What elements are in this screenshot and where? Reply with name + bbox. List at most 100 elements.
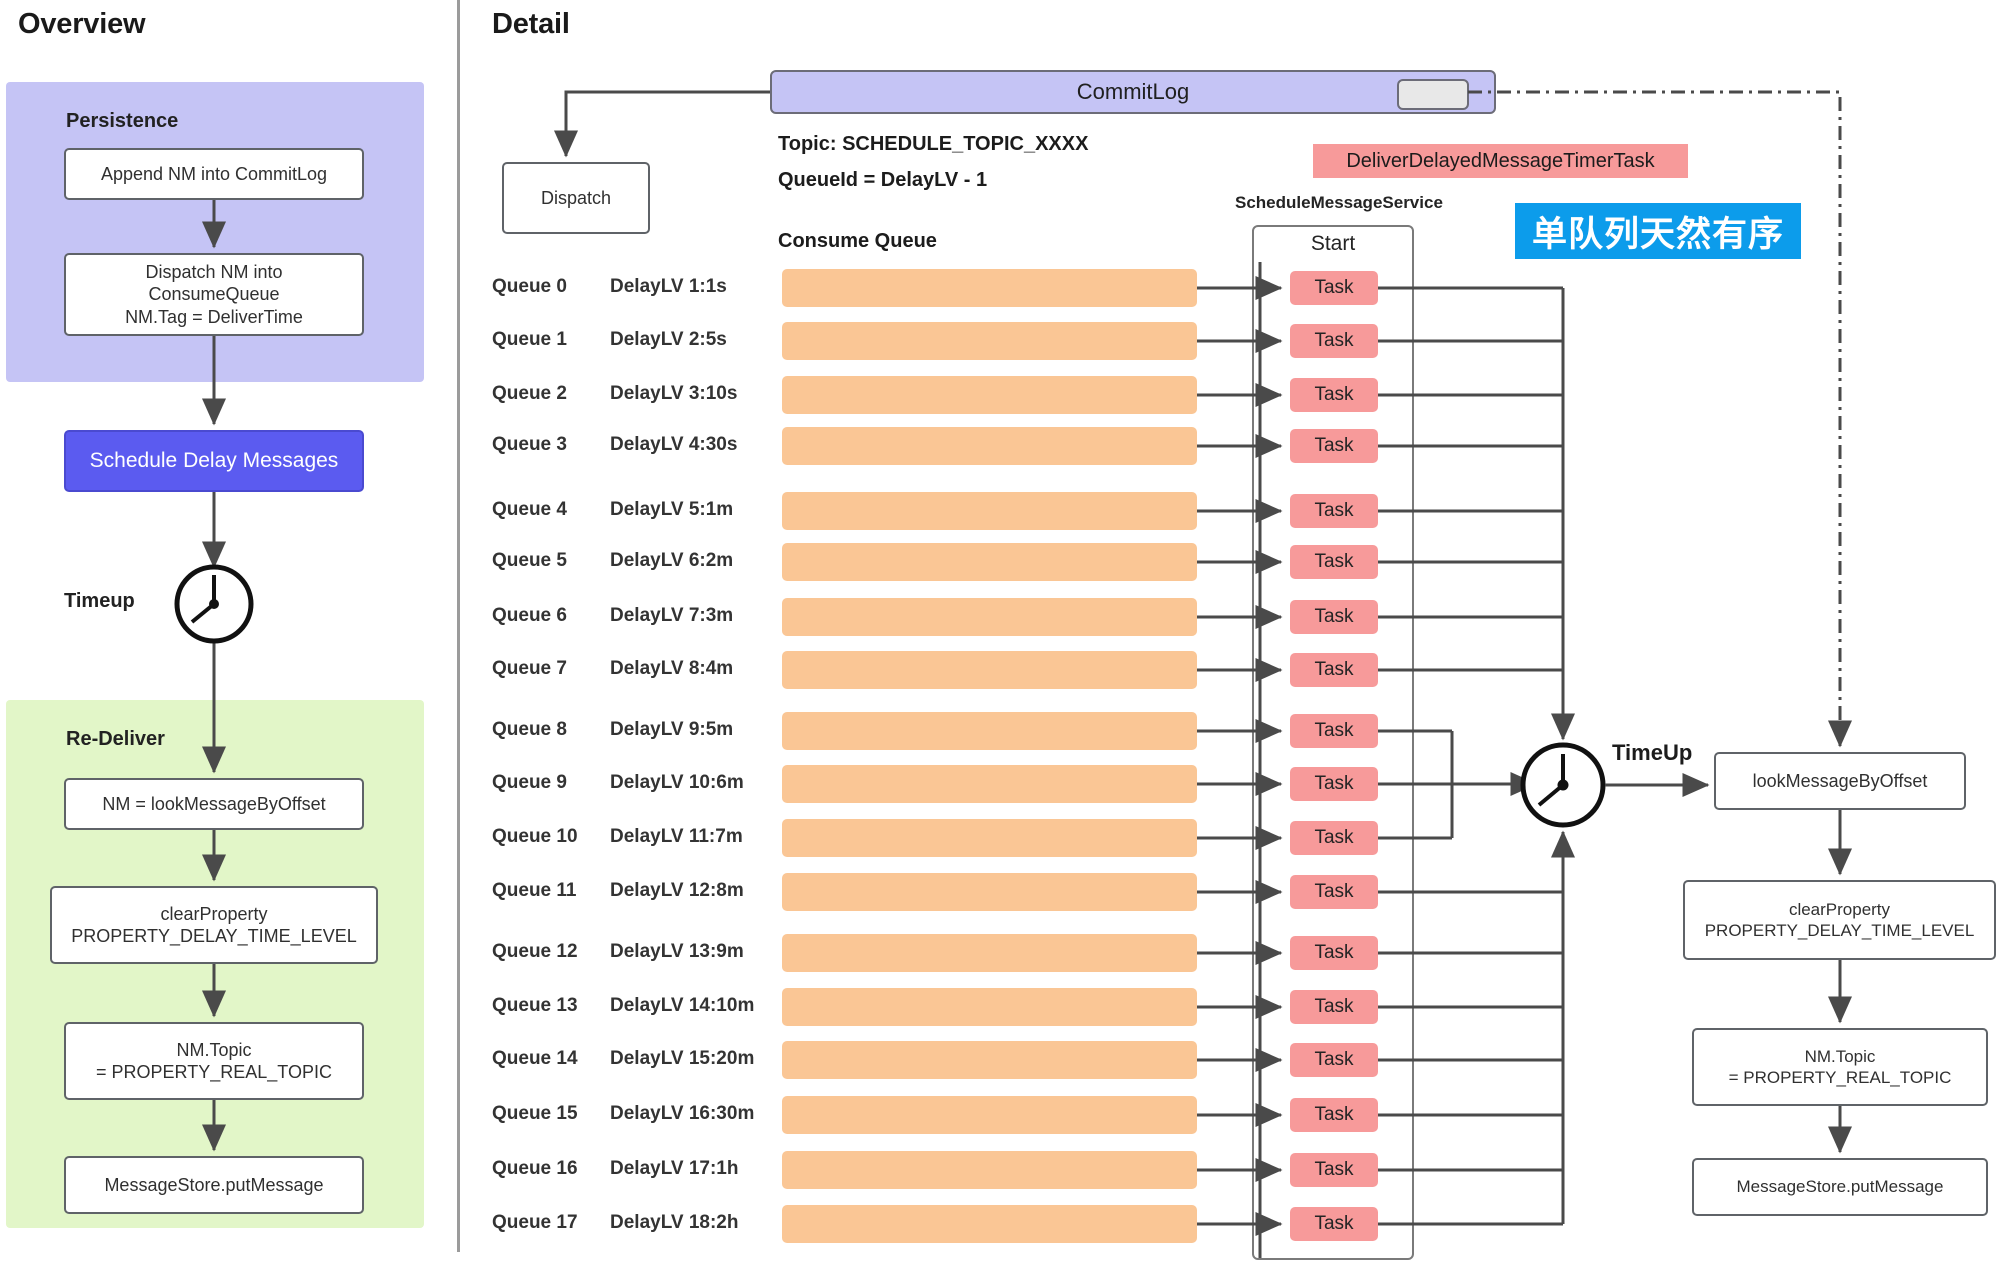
queue-label-3: Queue 3 DelayLV 4:30s <box>492 434 737 456</box>
queue-name: Queue 5 <box>492 550 567 571</box>
queue-delay-level: DelayLV 16:30m <box>610 1103 755 1124</box>
consume-queue-bar-5[interactable] <box>782 543 1197 581</box>
detail-node-lookmessagebyoffset[interactable]: lookMessageByOffset <box>1714 752 1966 810</box>
queue-delay-level: DelayLV 10:6m <box>610 772 744 793</box>
overview-node-lookmessagebyoffset[interactable]: NM = lookMessageByOffset <box>64 778 364 830</box>
overview-timeup-label: Timeup <box>64 590 135 612</box>
task-label: Task <box>1314 942 1354 963</box>
commitlog-offset-marker[interactable] <box>1397 79 1469 110</box>
task-node-10[interactable]: Task <box>1290 821 1378 855</box>
task-label: Task <box>1314 1213 1354 1234</box>
task-node-0[interactable]: Task <box>1290 271 1378 305</box>
task-node-16[interactable]: Task <box>1290 1153 1378 1187</box>
consume-queue-bar-13[interactable] <box>782 988 1197 1026</box>
consume-queue-bar-4[interactable] <box>782 492 1197 530</box>
task-node-1[interactable]: Task <box>1290 324 1378 358</box>
task-label: Task <box>1314 881 1354 902</box>
commitlog-label: CommitLog <box>1076 79 1190 104</box>
deliver-delayed-message-timer-task-badge: DeliverDelayedMessageTimerTask <box>1313 144 1688 178</box>
detail-clock-icon <box>1520 742 1606 828</box>
task-label: Task <box>1314 384 1354 405</box>
queue-name: Queue 0 <box>492 276 567 297</box>
task-node-9[interactable]: Task <box>1290 767 1378 801</box>
task-label: Task <box>1314 1159 1354 1180</box>
task-node-6[interactable]: Task <box>1290 600 1378 634</box>
node-text: Append NM into CommitLog <box>100 163 328 184</box>
dispatch-box[interactable]: Dispatch <box>502 162 650 234</box>
queue-label-12: Queue 12 DelayLV 13:9m <box>492 941 744 963</box>
queue-name: Queue 7 <box>492 658 567 679</box>
consume-queue-bar-3[interactable] <box>782 427 1197 465</box>
task-node-12[interactable]: Task <box>1290 936 1378 970</box>
start-label: Start <box>1310 232 1356 255</box>
overview-node-append-commitlog[interactable]: Append NM into CommitLog <box>64 148 364 200</box>
overview-node-nm-topic[interactable]: NM.Topic = PROPERTY_REAL_TOPIC <box>64 1022 364 1100</box>
queue-delay-level: DelayLV 9:5m <box>610 719 734 740</box>
queue-label-16: Queue 16 DelayLV 17:1h <box>492 1158 738 1180</box>
queue-label-13: Queue 13 DelayLV 14:10m <box>492 995 754 1017</box>
consume-queue-bar-8[interactable] <box>782 712 1197 750</box>
detail-node-nm-topic[interactable]: NM.Topic = PROPERTY_REAL_TOPIC <box>1692 1028 1988 1106</box>
task-label: Task <box>1314 551 1354 572</box>
overview-node-clearproperty[interactable]: clearProperty PROPERTY_DELAY_TIME_LEVEL <box>50 886 378 964</box>
queue-name: Queue 16 <box>492 1158 578 1179</box>
consume-queue-bar-1[interactable] <box>782 322 1197 360</box>
task-node-8[interactable]: Task <box>1290 714 1378 748</box>
queue-name: Queue 4 <box>492 499 567 520</box>
consume-queue-bar-15[interactable] <box>782 1096 1197 1134</box>
detail-node-putmessage[interactable]: MessageStore.putMessage <box>1692 1158 1988 1216</box>
consume-queue-bar-7[interactable] <box>782 651 1197 689</box>
badge-text: 单队列天然有序 <box>1531 214 1784 254</box>
task-label: Task <box>1314 659 1354 680</box>
consume-queue-bar-0[interactable] <box>782 269 1197 307</box>
queue-name: Queue 8 <box>492 719 567 740</box>
queue-label-6: Queue 6 DelayLV 7:3m <box>492 605 733 627</box>
annotation-badge: 单队列天然有序 <box>1515 203 1801 259</box>
task-label: Task <box>1314 720 1354 741</box>
detail-node-clearproperty[interactable]: clearProperty PROPERTY_DELAY_TIME_LEVEL <box>1683 880 1996 960</box>
consume-queue-bar-6[interactable] <box>782 598 1197 636</box>
consume-queue-bar-2[interactable] <box>782 376 1197 414</box>
task-node-2[interactable]: Task <box>1290 378 1378 412</box>
consume-queue-bar-10[interactable] <box>782 819 1197 857</box>
queue-name: Queue 13 <box>492 995 578 1016</box>
queue-label-15: Queue 15 DelayLV 16:30m <box>492 1103 754 1125</box>
queue-name: Queue 6 <box>492 605 567 626</box>
consume-queue-bar-14[interactable] <box>782 1041 1197 1079</box>
detail-panel-title: Detail <box>492 8 570 40</box>
overview-clock-icon <box>174 564 254 644</box>
task-node-14[interactable]: Task <box>1290 1043 1378 1077</box>
task-node-17[interactable]: Task <box>1290 1207 1378 1241</box>
consume-queue-label: Consume Queue <box>778 230 937 252</box>
consume-queue-bar-16[interactable] <box>782 1151 1197 1189</box>
queue-name: Queue 11 <box>492 880 577 901</box>
queueid-line: QueueId = DelayLV - 1 <box>778 169 988 191</box>
overview-node-dispatch-consumequeue[interactable]: Dispatch NM into ConsumeQueue NM.Tag = D… <box>64 253 364 336</box>
task-node-5[interactable]: Task <box>1290 545 1378 579</box>
overview-node-schedule-delay-messages[interactable]: Schedule Delay Messages <box>64 430 364 492</box>
task-node-11[interactable]: Task <box>1290 875 1378 909</box>
consume-queue-bar-12[interactable] <box>782 934 1197 972</box>
queue-label-17: Queue 17 DelayLV 18:2h <box>492 1212 738 1234</box>
queue-name: Queue 3 <box>492 434 567 455</box>
node-text: NM.Topic = PROPERTY_REAL_TOPIC <box>1728 1046 1952 1087</box>
consume-queue-bar-17[interactable] <box>782 1205 1197 1243</box>
consume-queue-bar-11[interactable] <box>782 873 1197 911</box>
task-label: Task <box>1314 1049 1354 1070</box>
queue-label-14: Queue 14 DelayLV 15:20m <box>492 1048 754 1070</box>
task-node-15[interactable]: Task <box>1290 1098 1378 1132</box>
commitlog-box[interactable]: CommitLog <box>770 70 1496 114</box>
node-text: clearProperty PROPERTY_DELAY_TIME_LEVEL <box>1704 899 1975 940</box>
overview-node-putmessage[interactable]: MessageStore.putMessage <box>64 1156 364 1214</box>
task-node-13[interactable]: Task <box>1290 990 1378 1024</box>
task-label: Task <box>1314 996 1354 1017</box>
task-node-4[interactable]: Task <box>1290 494 1378 528</box>
queue-name: Queue 10 <box>492 826 578 847</box>
task-node-7[interactable]: Task <box>1290 653 1378 687</box>
consume-queue-bar-9[interactable] <box>782 765 1197 803</box>
badge-text: DeliverDelayedMessageTimerTask <box>1346 149 1655 172</box>
task-node-3[interactable]: Task <box>1290 429 1378 463</box>
queue-label-5: Queue 5 DelayLV 6:2m <box>492 550 733 572</box>
queue-delay-level: DelayLV 15:20m <box>610 1048 755 1069</box>
queue-label-4: Queue 4 DelayLV 5:1m <box>492 499 733 521</box>
